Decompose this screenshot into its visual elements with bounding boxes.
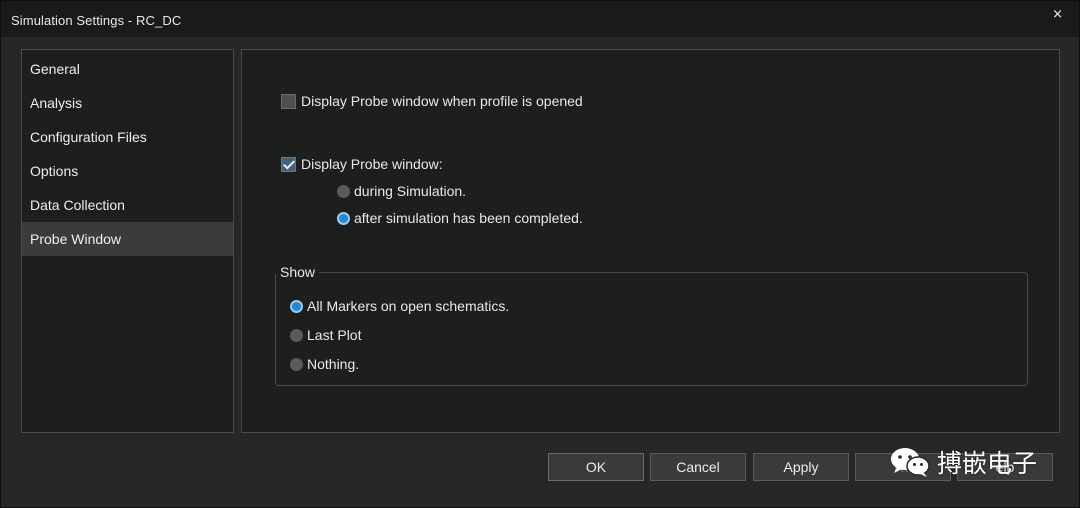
nothing-radio[interactable] — [290, 357, 303, 371]
show-option-nothing: Nothing. — [290, 356, 359, 372]
last-plot-label: Last Plot — [307, 327, 362, 343]
sidebar-item-analysis[interactable]: Analysis — [22, 86, 233, 120]
apply-button[interactable]: Apply — [753, 453, 849, 481]
during-simulation-label: during Simulation. — [354, 183, 467, 199]
sidebar-list: General Analysis Configuration Files Opt… — [22, 50, 233, 256]
sidebar-item-configuration-files[interactable]: Configuration Files — [22, 120, 233, 154]
timing-option-after: after simulation has been completed. — [337, 210, 583, 226]
watermark: 搏嵌电子 — [889, 445, 1037, 479]
show-option-last-plot: Last Plot — [290, 327, 361, 343]
last-plot-radio[interactable] — [290, 328, 303, 342]
display-probe-row: Display Probe window: — [281, 156, 443, 172]
window-title: Simulation Settings - RC_DC — [11, 13, 182, 28]
ok-button[interactable]: OK — [548, 453, 644, 481]
timing-option-during: during Simulation. — [337, 183, 466, 199]
watermark-text: 搏嵌电子 — [937, 449, 1038, 478]
nothing-label: Nothing. — [307, 356, 360, 372]
show-option-all-markers: All Markers on open schematics. — [290, 298, 509, 314]
probe-window-panel: Display Probe window when profile is ope… — [241, 49, 1060, 433]
display-probe-label: Display Probe window: — [301, 156, 443, 172]
after-simulation-label: after simulation has been completed. — [354, 210, 583, 226]
display-when-opened-row: Display Probe window when profile is ope… — [281, 93, 583, 109]
sidebar-item-options[interactable]: Options — [22, 154, 233, 188]
cancel-button[interactable]: Cancel — [650, 453, 746, 481]
title-bar: Simulation Settings - RC_DC × — [1, 1, 1079, 37]
show-groupbox — [275, 272, 1028, 386]
close-icon[interactable]: × — [1052, 7, 1063, 22]
category-sidebar: General Analysis Configuration Files Opt… — [21, 49, 234, 433]
display-probe-checkbox[interactable] — [281, 156, 296, 172]
all-markers-radio[interactable] — [290, 299, 303, 313]
during-simulation-radio[interactable] — [337, 184, 350, 198]
display-when-opened-checkbox[interactable] — [281, 93, 296, 109]
show-group-label: Show — [276, 264, 320, 280]
after-simulation-radio[interactable] — [337, 211, 350, 225]
sidebar-item-data-collection[interactable]: Data Collection — [22, 188, 233, 222]
sidebar-item-probe-window[interactable]: Probe Window — [22, 222, 233, 256]
sidebar-item-general[interactable]: General — [22, 52, 233, 86]
wechat-icon — [891, 448, 930, 477]
display-when-opened-label: Display Probe window when profile is ope… — [301, 93, 583, 109]
simulation-settings-dialog: Simulation Settings - RC_DC × General An… — [0, 0, 1080, 508]
all-markers-label: All Markers on open schematics. — [307, 298, 510, 314]
